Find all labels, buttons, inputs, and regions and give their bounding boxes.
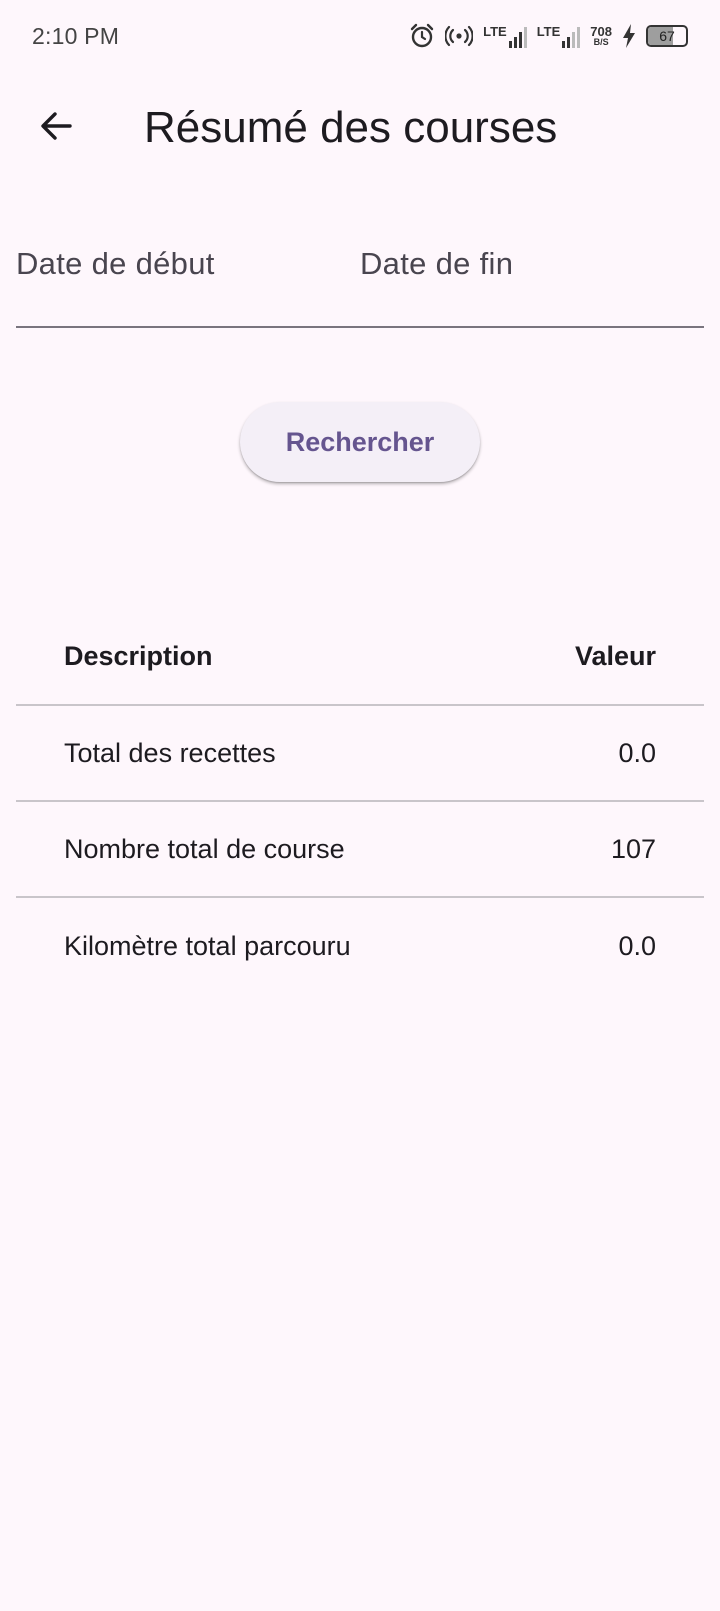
battery-level: 67 [659, 28, 675, 44]
start-date-field[interactable]: Date de début [16, 222, 360, 326]
alarm-icon [409, 23, 435, 49]
row-description: Nombre total de course [64, 833, 345, 864]
app-bar: Résumé des courses [0, 72, 720, 184]
row-value: 0.0 [618, 737, 656, 768]
net-speed-unit: B/S [593, 37, 609, 47]
search-button[interactable]: Rechercher [240, 402, 480, 482]
lte-signal-icon: LTE [537, 25, 581, 48]
screen: 2:10 PM LTE LTE 708 B/S 67 Résumé des co… [0, 0, 720, 1611]
table-row: Total des recettes 0.0 [16, 706, 704, 802]
column-header-value: Valeur [574, 640, 656, 671]
status-bar: 2:10 PM LTE LTE 708 B/S 67 [0, 0, 720, 72]
status-icons: LTE LTE 708 B/S 67 [409, 23, 688, 49]
row-description: Total des recettes [64, 737, 276, 768]
charging-icon [622, 24, 636, 48]
table-row: Kilomètre total parcouru 0.0 [16, 898, 704, 994]
row-description: Kilomètre total parcouru [64, 930, 351, 961]
row-value: 0.0 [618, 930, 656, 961]
lte-label: LTE [536, 23, 561, 39]
table-row: Nombre total de course 107 [16, 802, 704, 898]
net-speed: 708 B/S [590, 25, 612, 47]
page-title: Résumé des courses [144, 103, 558, 152]
end-date-field[interactable]: Date de fin [360, 222, 704, 326]
lte-label: LTE [483, 23, 507, 39]
table-header: Description Valeur [16, 608, 704, 706]
summary-table: Description Valeur Total des recettes 0.… [16, 608, 704, 994]
status-time: 2:10 PM [32, 22, 120, 49]
back-button[interactable] [24, 96, 88, 160]
hotspot-icon [445, 25, 474, 47]
lte-signal-icon: LTE [483, 25, 527, 48]
row-value: 107 [610, 833, 656, 864]
battery-icon: 67 [646, 25, 688, 47]
arrow-left-icon [38, 108, 74, 149]
date-range-field: Date de début Date de fin [16, 222, 704, 328]
battery-body: 67 [646, 25, 688, 47]
column-header-description: Description [64, 640, 213, 671]
